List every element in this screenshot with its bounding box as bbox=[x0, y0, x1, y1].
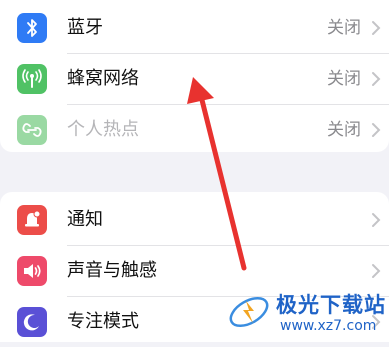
focus-label: 专注模式 bbox=[67, 311, 139, 332]
settings-row-hotspot[interactable]: 个人热点 关闭 bbox=[0, 105, 389, 155]
sound-icon bbox=[17, 256, 47, 286]
bluetooth-label: 蓝牙 bbox=[67, 17, 103, 38]
hotspot-status-value: 关闭 bbox=[327, 120, 361, 140]
notifications-label: 通知 bbox=[67, 209, 103, 230]
bluetooth-status-value: 关闭 bbox=[327, 18, 361, 38]
connectivity-settings-group: 蓝牙 关闭 蜂窝网络 关闭 个人热点 关闭 bbox=[0, 0, 389, 152]
sounds-haptics-label: 声音与触感 bbox=[67, 260, 157, 281]
settings-row-cellular[interactable]: 蜂窝网络 关闭 bbox=[0, 54, 389, 104]
hotspot-icon bbox=[17, 115, 47, 145]
chevron-right-icon bbox=[372, 21, 381, 35]
cellular-label: 蜂窝网络 bbox=[67, 68, 139, 89]
chevron-right-icon bbox=[372, 123, 381, 137]
cellular-status-value: 关闭 bbox=[327, 69, 361, 89]
watermark-title: 极光下载站 bbox=[276, 293, 386, 317]
cellular-icon bbox=[17, 64, 47, 94]
chevron-right-icon bbox=[372, 213, 381, 227]
chevron-right-icon bbox=[372, 264, 381, 278]
bluetooth-icon bbox=[17, 13, 47, 43]
focus-moon-icon bbox=[17, 307, 47, 337]
notifications-icon bbox=[17, 205, 47, 235]
settings-row-notifications[interactable]: 通知 bbox=[0, 195, 389, 245]
chevron-right-icon bbox=[372, 72, 381, 86]
hotspot-label: 个人热点 bbox=[67, 119, 139, 140]
settings-row-bluetooth[interactable]: 蓝牙 关闭 bbox=[0, 3, 389, 53]
watermark-logo-icon bbox=[229, 296, 269, 328]
watermark-url: www.xz7.com bbox=[280, 318, 377, 334]
